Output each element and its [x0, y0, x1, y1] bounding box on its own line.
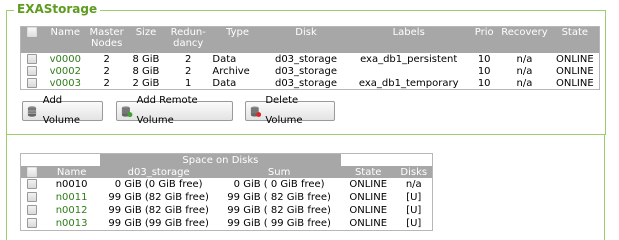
row-checkbox[interactable]: [27, 192, 38, 202]
disk-cell: d03_storage: [274, 65, 338, 77]
col-d03-storage: d03_storage: [99, 166, 218, 178]
frame-right-border: [604, 134, 605, 240]
disks-cell: [U]: [406, 205, 422, 216]
select-all-checkbox[interactable]: [27, 166, 38, 177]
col-labels: Labels: [347, 26, 471, 53]
master-nodes-cell: 2: [103, 65, 110, 77]
node-link[interactable]: n0012: [43, 204, 100, 217]
size-cell: 8 GiB: [132, 65, 160, 77]
delete-volume-button[interactable]: Delete Volume: [245, 95, 335, 126]
type-cell: Data: [212, 77, 237, 89]
frame-left-border: [6, 134, 7, 240]
disks-cell: [U]: [406, 192, 422, 203]
col-master-nodes: Master Nodes: [87, 26, 126, 53]
state-cell: ONLINE: [349, 218, 388, 229]
delete-volume-label: Delete Volume: [265, 95, 303, 126]
col-disks: Disks: [395, 166, 433, 178]
col-recovery: Recovery: [498, 26, 551, 53]
node-link[interactable]: n0011: [43, 191, 100, 204]
sum-cell: 99 GiB ( 82 GiB free): [227, 205, 331, 216]
table-row: v0002 2 8 GiB 2 Archive d03_storage 10 n…: [21, 65, 600, 77]
row-checkbox[interactable]: [27, 218, 38, 228]
database-add-icon: [27, 105, 37, 117]
redundancy-cell: 2: [185, 65, 192, 77]
col-prio: Prio: [470, 26, 499, 53]
col-name: Name: [43, 166, 100, 178]
volumes-table: Name Master Nodes Size Redun-dancy Type …: [20, 26, 600, 90]
disk-cell: d03_storage: [274, 53, 338, 65]
d03-storage-cell: 99 GiB (82 GiB free): [108, 192, 209, 203]
space-on-disks-header: Space on Disks: [99, 153, 341, 166]
labels-cell: [347, 65, 470, 77]
row-checkbox[interactable]: [27, 65, 38, 76]
table-row: n0012 99 GiB (82 GiB free) 99 GiB ( 82 G…: [21, 204, 433, 217]
database-delete-icon: [250, 105, 262, 117]
col-size: Size: [125, 26, 167, 53]
row-checkbox[interactable]: [27, 53, 38, 64]
disk-cell: d03_storage: [274, 77, 338, 89]
state-cell: ONLINE: [349, 205, 388, 216]
row-checkbox[interactable]: [27, 205, 38, 215]
row-checkbox[interactable]: [27, 77, 38, 88]
col-type: Type: [210, 26, 265, 53]
prio-cell: 10: [477, 65, 491, 77]
prio-cell: 10: [477, 77, 491, 89]
labels-cell: exa_db1_temporary: [358, 77, 459, 89]
state-cell: ONLINE: [349, 192, 388, 203]
redundancy-cell: 2: [185, 53, 192, 65]
col-sum: Sum: [217, 166, 341, 178]
d03-storage-cell: 99 GiB (82 GiB free): [108, 205, 209, 216]
type-cell: Archive: [212, 65, 250, 77]
redundancy-cell: 1: [185, 77, 192, 89]
add-volume-label: Add Volume: [42, 95, 80, 126]
col-name: Name: [43, 26, 88, 53]
type-cell: Data: [212, 53, 237, 65]
state-cell: ONLINE: [555, 77, 594, 89]
size-cell: 2 GiB: [132, 77, 160, 89]
table-row: n0011 99 GiB (82 GiB free) 99 GiB ( 82 G…: [21, 191, 433, 204]
node-name: n0010: [55, 179, 88, 190]
row-checkbox[interactable]: [27, 179, 38, 189]
disks-table: Space on Disks Name d03_storage Sum Stat…: [20, 153, 433, 231]
table-row: n0010 0 GiB (0 GiB free) 0 GiB ( 0 GiB f…: [21, 178, 433, 191]
disks-cell: n/a: [405, 179, 422, 190]
select-all-header: [20, 26, 44, 53]
volume-link[interactable]: v0002: [43, 65, 87, 77]
recovery-cell: n/a: [516, 65, 533, 77]
d03-storage-cell: 0 GiB (0 GiB free): [114, 179, 203, 190]
col-state: State: [340, 166, 396, 178]
col-disk: Disk: [264, 26, 348, 53]
labels-cell: exa_db1_persistent: [360, 53, 458, 65]
add-volume-button[interactable]: Add Volume: [22, 95, 103, 126]
sum-cell: 0 GiB ( 0 GiB free): [233, 179, 325, 190]
database-remote-icon: [121, 105, 133, 117]
master-nodes-cell: 2: [103, 77, 110, 89]
size-cell: 8 GiB: [132, 53, 160, 65]
recovery-cell: n/a: [516, 53, 533, 65]
select-all-checkbox[interactable]: [27, 27, 38, 37]
select-all-header: [20, 166, 44, 178]
state-cell: ONLINE: [555, 65, 594, 77]
volume-link[interactable]: v0000: [43, 53, 87, 65]
col-state: State: [550, 26, 600, 53]
table-row: n0013 99 GiB (99 GiB free) 99 GiB ( 99 G…: [21, 217, 433, 231]
disks-cell: [U]: [406, 218, 422, 229]
table-row: v0000 2 8 GiB 2 Data d03_storage exa_db1…: [21, 53, 600, 65]
section-title: EXAStorage: [14, 1, 101, 17]
sum-cell: 99 GiB ( 82 GiB free): [227, 192, 331, 203]
recovery-cell: n/a: [516, 77, 533, 89]
add-remote-volume-label: Add Remote Volume: [136, 95, 198, 126]
section-divider: [6, 134, 605, 135]
node-link[interactable]: n0013: [43, 217, 100, 231]
prio-cell: 10: [477, 53, 491, 65]
volume-link[interactable]: v0003: [43, 77, 87, 90]
state-cell: ONLINE: [555, 53, 594, 65]
state-cell: ONLINE: [349, 179, 388, 190]
table-row: v0003 2 2 GiB 1 Data d03_storage exa_db1…: [21, 77, 600, 90]
sum-cell: 99 GiB ( 99 GiB free): [227, 218, 331, 229]
col-redundancy: Redun-dancy: [166, 26, 211, 53]
d03-storage-cell: 99 GiB (99 GiB free): [108, 218, 209, 229]
master-nodes-cell: 2: [103, 53, 110, 65]
add-remote-volume-button[interactable]: Add Remote Volume: [116, 95, 233, 126]
